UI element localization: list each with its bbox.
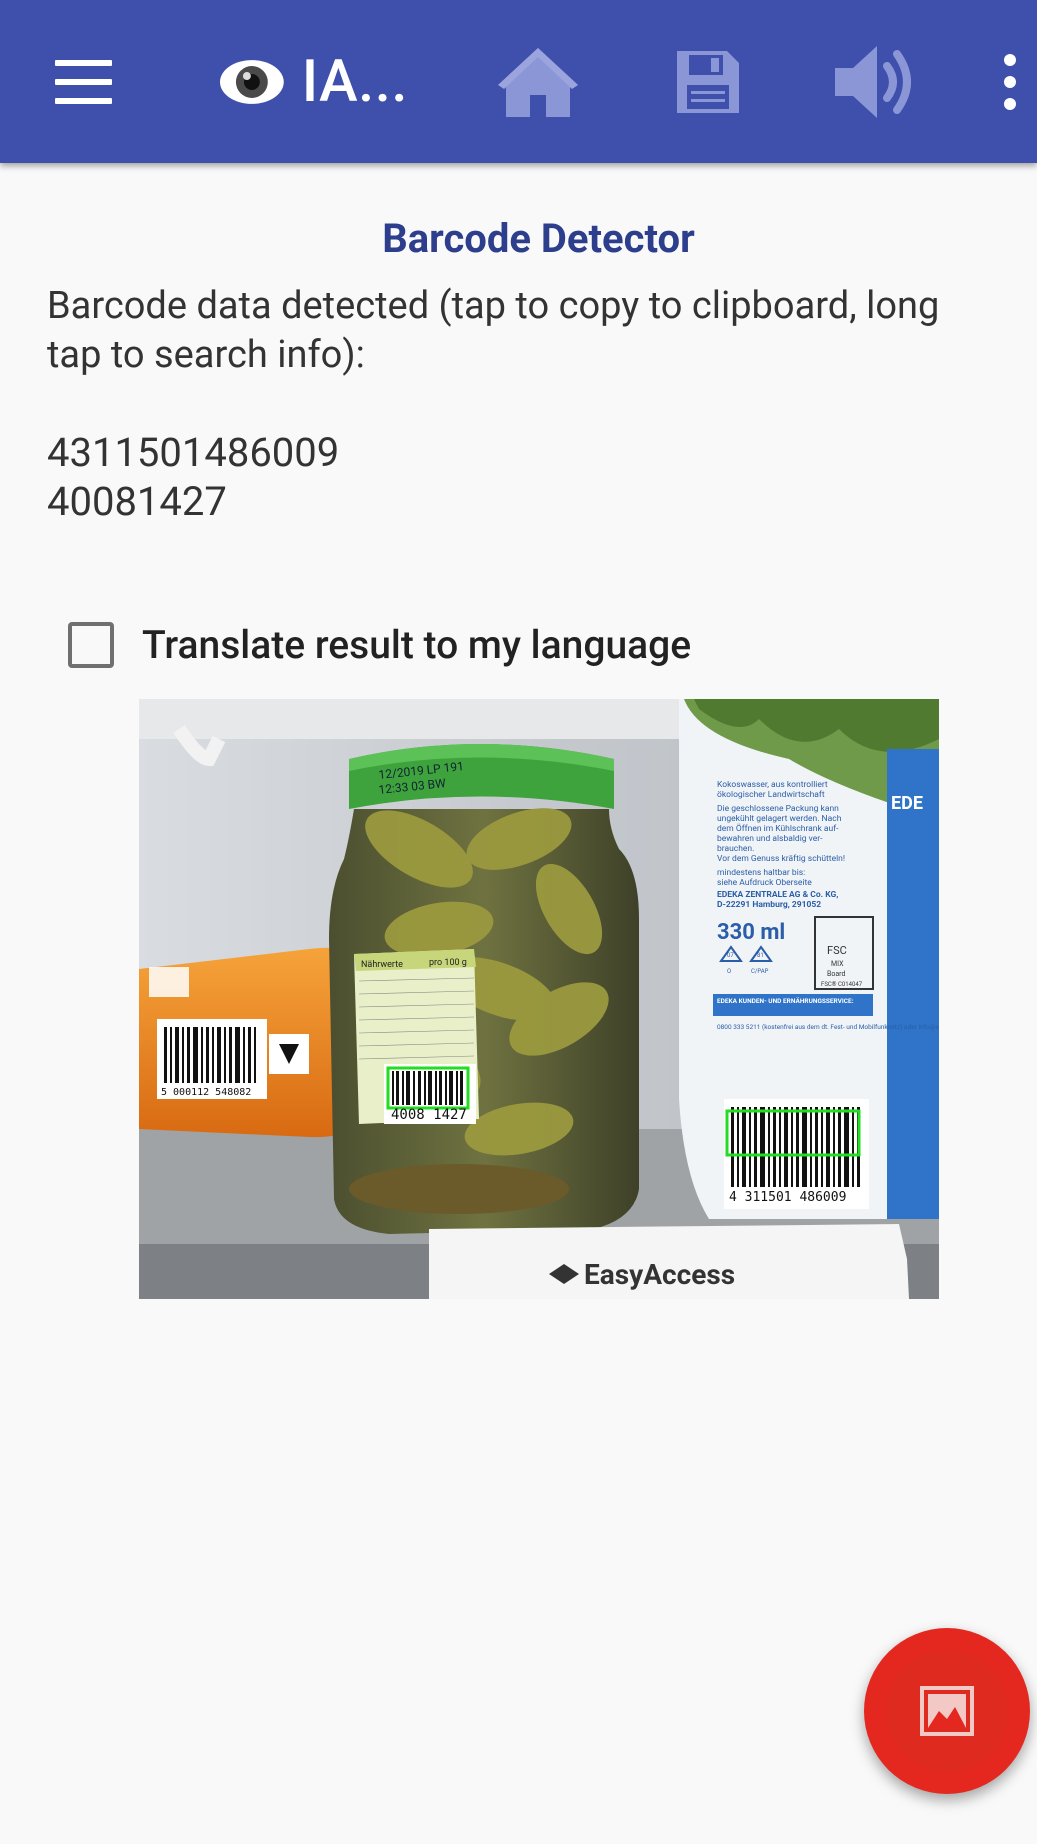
hamburger-icon (54, 59, 112, 104)
pickle-jar: 12/2019 LP 191 12:33 03 BW Nährwerte pro… (329, 744, 639, 1234)
speaker-button[interactable] (822, 0, 927, 163)
save-button[interactable] (660, 0, 755, 163)
label-header: pro 100 g (429, 958, 467, 968)
carton-brand: EDE (891, 793, 923, 814)
result-description: Barcode data detected (tap to copy to cl… (47, 284, 940, 377)
svg-text:mindestens haltbar bis:: mindestens haltbar bis: (717, 868, 805, 878)
more-vert-icon (1004, 53, 1016, 110)
home-icon (498, 47, 578, 117)
translate-option[interactable]: Translate result to my language (68, 622, 691, 668)
bottle-barcode-digits: 5 000112 548082 (161, 1087, 251, 1098)
svg-text:ungekühlt gelagert werden. Nac: ungekühlt gelagert werden. Nach (717, 814, 842, 824)
svg-text:81: 81 (757, 952, 764, 959)
shelf-label: EasyAccess (429, 1224, 909, 1299)
svg-text:bewahren und alsbaldig ver-: bewahren und alsbaldig ver- (717, 834, 823, 844)
svg-text:Die geschlossene Packung kann: Die geschlossene Packung kann (717, 804, 839, 814)
menu-button[interactable] (40, 0, 126, 163)
svg-text:dem Öffnen im Kühlschrank auf-: dem Öffnen im Kühlschrank auf- (717, 823, 839, 834)
svg-text:ökologischer Landwirtschaft: ökologischer Landwirtschaft (717, 790, 825, 800)
image-icon (920, 1686, 974, 1736)
translate-checkbox[interactable] (68, 622, 114, 668)
svg-text:Vor dem Genuss kräftig schütte: Vor dem Genuss kräftig schütteln! (717, 854, 845, 864)
gallery-fab-button[interactable] (864, 1628, 1030, 1794)
app-bar: IA... (0, 0, 1037, 163)
svg-text:07: 07 (727, 952, 734, 959)
carton-volume: 330 ml (717, 920, 785, 945)
speaker-icon (834, 45, 911, 118)
svg-text:brauchen.: brauchen. (717, 844, 754, 854)
coconut-carton: EDE Kokoswasser, aus kontrolliert ökolog… (679, 699, 939, 1219)
app-title: IA... (301, 47, 408, 116)
jar-barcode-digits: 4008 1427 (391, 1107, 467, 1123)
svg-text:EDEKA ZENTRALE AG & Co. KG,: EDEKA ZENTRALE AG & Co. KG, (717, 890, 838, 900)
barcode-value[interactable]: 4311501486009 (47, 428, 339, 477)
overflow-menu-button[interactable] (990, 0, 1030, 163)
captured-photo: 5 000112 548082 ode 12/2019 LP 191 12:33… (139, 699, 939, 1299)
home-button[interactable] (488, 0, 588, 163)
eye-icon (219, 59, 284, 104)
svg-text:D-22291 Hamburg, 291052: D-22291 Hamburg, 291052 (717, 900, 821, 910)
svg-text:FSC: FSC (827, 944, 847, 957)
svg-text:siehe Aufdruck Oberseite: siehe Aufdruck Oberseite (717, 878, 812, 888)
svg-text:FSC® C014047: FSC® C014047 (821, 981, 863, 988)
svg-text:MIX: MIX (831, 960, 844, 968)
svg-text:Board: Board (827, 970, 845, 978)
svg-text:EDEKA KUNDEN- UND ERNÄHRUNGSSE: EDEKA KUNDEN- UND ERNÄHRUNGSSERVICE: (717, 996, 854, 1005)
floppy-disk-icon (676, 50, 739, 113)
barcode-results[interactable]: 4311501486009 40081427 (47, 428, 339, 526)
shelf-label-text: EasyAccess (584, 1258, 735, 1291)
carton-barcode-digits: 4 311501 486009 (729, 1190, 846, 1205)
page-title: Barcode Detector (382, 215, 695, 262)
barcode-value[interactable]: 40081427 (47, 477, 339, 526)
svg-text:O: O (727, 968, 731, 975)
label-header: Nährwerte (361, 960, 403, 970)
svg-text:0800 333 5211 (kostenfrei aus: 0800 333 5211 (kostenfrei aus dem dt. Fe… (717, 1023, 939, 1031)
app-brand: IA... (218, 0, 408, 163)
svg-text:C/PAP: C/PAP (751, 968, 769, 975)
svg-text:Kokoswasser, aus kontrolliert: Kokoswasser, aus kontrolliert (717, 780, 828, 790)
translate-label: Translate result to my language (142, 622, 692, 668)
